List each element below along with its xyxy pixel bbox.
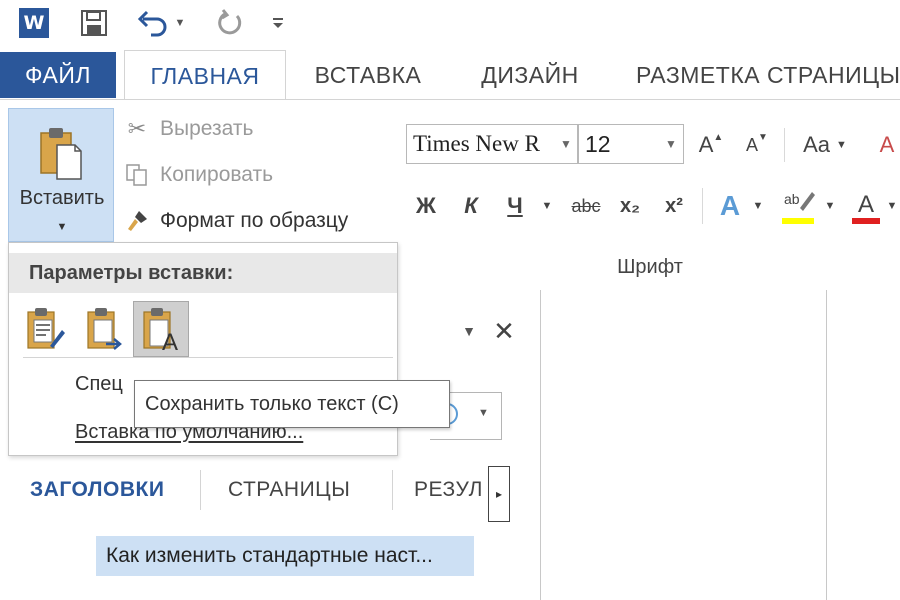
undo-dropdown-icon[interactable]: ▼: [175, 17, 186, 29]
font-color-icon: A: [852, 191, 880, 224]
text-effects-button[interactable]: A: [712, 186, 748, 226]
format-painter-label: Формат по образцу: [160, 209, 349, 232]
change-case-icon: Aa: [803, 132, 831, 157]
word-logo-icon[interactable]: W: [14, 6, 54, 40]
paste-options-header: Параметры вставки:: [9, 253, 397, 293]
clipboard-paste-icon: [40, 128, 82, 180]
nav-pane-options-icon[interactable]: ▼: [456, 318, 482, 344]
font-size-dropdown-icon[interactable]: ▼: [660, 125, 682, 163]
tab-headings[interactable]: ЗАГОЛОВКИ: [30, 464, 190, 516]
cut-button[interactable]: ✂ Вырезать: [122, 112, 254, 146]
strikethrough-button[interactable]: abc: [562, 188, 610, 224]
underline-button[interactable]: Ч: [498, 188, 532, 224]
customize-chevron-icon: [273, 18, 283, 28]
font-group-label: Шрифт: [617, 256, 683, 278]
nav-tab-divider: [200, 470, 201, 510]
redo-button[interactable]: [208, 6, 252, 40]
shrink-font-button[interactable]: A ▼: [740, 126, 774, 164]
bold-button[interactable]: Ж: [408, 188, 444, 224]
svg-text:A: A: [162, 329, 178, 352]
italic-button[interactable]: К: [454, 188, 488, 224]
font-name-combobox[interactable]: Times New R: [406, 124, 578, 164]
text-highlight-button[interactable]: ab: [778, 184, 818, 228]
paste-special-menu-item[interactable]: Спец: [75, 367, 135, 401]
grow-caret-icon: ▲: [713, 131, 724, 143]
grow-font-button[interactable]: A ▲: [694, 126, 728, 164]
copy-icon: [122, 162, 152, 188]
svg-text:A: A: [858, 191, 874, 218]
scissors-icon: ✂: [127, 116, 147, 141]
font-color-dropdown-icon[interactable]: ▼: [884, 188, 900, 224]
undo-arrow-icon: [137, 10, 166, 37]
text-effects-dropdown-icon[interactable]: ▼: [750, 188, 766, 224]
change-case-button[interactable]: Aa ▼: [792, 126, 858, 164]
tab-file[interactable]: ФАЙЛ: [0, 52, 116, 98]
word-logo-letter: W: [19, 8, 49, 38]
page-edge-left: [540, 290, 541, 600]
quick-access-toolbar: W ▼: [0, 0, 900, 48]
tab-insert[interactable]: ВСТАВКА: [298, 50, 438, 100]
format-painter-button[interactable]: Формат по образцу: [122, 204, 348, 238]
clipboard-brush-icon: [27, 308, 65, 349]
cut-label: Вырезать: [160, 117, 254, 140]
font-color-button[interactable]: A: [848, 184, 884, 228]
nav-pane-close-icon[interactable]: ✕: [490, 316, 518, 346]
toolbar-separator: [702, 188, 703, 224]
ribbon-tabs: ФАЙЛ ГЛАВНАЯ ВСТАВКА ДИЗАЙН РАЗМЕТКА СТР…: [0, 48, 900, 102]
grow-font-icon: A: [698, 132, 714, 157]
copy-label: Копировать: [160, 163, 274, 186]
paste-keep-text-only-button[interactable]: A: [133, 301, 189, 357]
paste-menu-divider: [23, 357, 393, 358]
paintbrush-icon: [122, 208, 152, 234]
toolbar-separator: [784, 128, 785, 162]
change-case-dropdown-icon: ▼: [836, 139, 847, 151]
search-dropdown-icon[interactable]: ▼: [478, 407, 489, 419]
tab-design[interactable]: ДИЗАЙН: [460, 50, 600, 100]
nav-tabs-scroll-right-icon[interactable]: ▸: [488, 466, 510, 522]
page-edge-right: [826, 290, 827, 600]
redo-icon: [218, 9, 242, 35]
tooltip: Сохранить только текст (С): [134, 380, 450, 428]
font-name-dropdown-icon[interactable]: ▼: [556, 125, 576, 163]
clear-formatting-icon[interactable]: A: [874, 126, 900, 164]
clipboard-arrow-icon: [87, 308, 122, 350]
tab-pages[interactable]: СТРАНИЦЫ: [228, 464, 378, 516]
undo-button[interactable]: ▼: [128, 6, 194, 40]
paste-keep-source-formatting-button[interactable]: [17, 301, 73, 357]
copy-button[interactable]: Копировать: [122, 158, 273, 192]
paste-button[interactable]: Вставить ▼: [8, 108, 114, 242]
paste-merge-formatting-button[interactable]: [77, 301, 133, 357]
customize-toolbar-icon[interactable]: [262, 6, 294, 40]
floppy-disk-icon: [81, 10, 107, 36]
paste-dropdown-icon[interactable]: ▼: [55, 221, 69, 235]
shrink-caret-icon: ▼: [758, 131, 768, 143]
tab-home[interactable]: ГЛАВНАЯ: [124, 50, 286, 102]
superscript-button[interactable]: x²: [656, 188, 692, 224]
paste-label: Вставить: [19, 187, 105, 209]
tab-results[interactable]: РЕЗУЛ: [414, 464, 486, 516]
highlighter-icon: ab: [782, 191, 815, 224]
tab-page-layout[interactable]: РАЗМЕТКА СТРАНИЦЫ: [620, 50, 900, 100]
clipboard-text-icon: A: [143, 308, 178, 352]
save-button[interactable]: [74, 6, 114, 40]
heading-list-item[interactable]: Как изменить стандартные наст...: [96, 536, 474, 576]
nav-tab-divider: [392, 470, 393, 510]
subscript-button[interactable]: x₂: [612, 188, 648, 224]
shrink-font-icon: A: [746, 134, 759, 155]
highlight-dropdown-icon[interactable]: ▼: [822, 188, 838, 224]
underline-dropdown-icon[interactable]: ▼: [538, 188, 556, 224]
svg-text:ab: ab: [784, 191, 800, 207]
